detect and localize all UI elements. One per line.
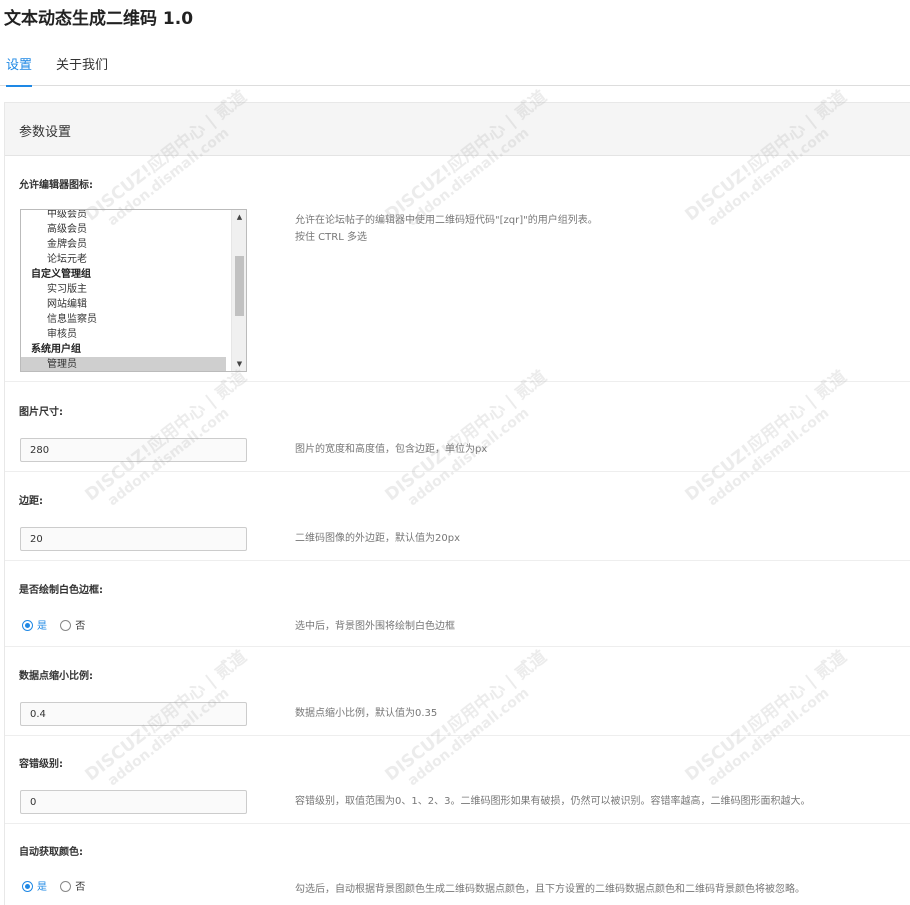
error-level-label: 容错级别: <box>19 759 63 770</box>
listbox-optgroup: 系统用户组 <box>31 344 81 355</box>
white-border-no-radio[interactable]: 否 <box>60 617 85 632</box>
auto-color-label: 自动获取颜色: <box>19 847 83 858</box>
scroll-up-arrow-icon[interactable]: ▲ <box>235 212 244 222</box>
listbox-scrollbar[interactable]: ▲ ▼ <box>231 210 246 371</box>
white-border-description: 选中后，背景图外围将绘制白色边框 <box>295 621 455 632</box>
tab-settings[interactable]: 设置 <box>6 54 33 87</box>
listbox-option[interactable]: 中级会员 <box>21 210 226 222</box>
white-border-radio-group: 是 否 <box>22 617 95 632</box>
radio-checked-icon <box>22 620 33 631</box>
listbox-option[interactable]: 管理员 <box>21 357 226 371</box>
margin-description: 二维码图像的外边距，默认值为20px <box>295 533 460 544</box>
tab-about-us[interactable]: 关于我们 <box>56 54 108 85</box>
setting-auto-color: 自动获取颜色: 是 否 勾选后，自动根据背景图颜色生成二维码数据点颜色，且下方设… <box>5 823 910 905</box>
margin-label: 边距: <box>19 496 43 507</box>
radio-unchecked-icon <box>60 881 72 892</box>
listbox-option[interactable]: 审核员 <box>21 327 226 342</box>
setting-error-level: 容错级别: 容错级别，取值范围为0、1、2、3。二维码图形如果有破损，仍然可以被… <box>5 735 910 823</box>
tab-bar: 设置 关于我们 <box>0 44 910 87</box>
image-size-label: 图片尺寸: <box>19 407 63 418</box>
scroll-down-arrow-icon[interactable]: ▼ <box>235 359 244 369</box>
auto-color-yes-radio[interactable]: 是 <box>22 878 47 893</box>
margin-input[interactable] <box>20 527 247 551</box>
setting-margin: 边距: 二维码图像的外边距，默认值为20px <box>5 471 910 560</box>
listbox-option[interactable]: 论坛元老 <box>21 252 226 267</box>
radio-unchecked-icon <box>60 620 72 631</box>
listbox-option[interactable]: 网站编辑 <box>21 297 226 312</box>
user-group-listbox[interactable]: 中级会员 高级会员 金牌会员 论坛元老自定义管理组实习版主 网站编辑 信息监察员 审核员系统… <box>20 209 247 372</box>
settings-panel: 参数设置 允许编辑器图标: 中级会员 高级会员 金牌会员 论坛元老自定义管理组实习版主… <box>4 102 910 905</box>
panel-title: 参数设置 <box>19 125 72 140</box>
auto-color-radio-group: 是 否 <box>22 878 95 893</box>
radio-checked-icon <box>22 881 33 892</box>
setting-editor-icon: 允许编辑器图标: 中级会员 高级会员 金牌会员 论坛元老自定义管理组实习版主 网站编辑信… <box>5 156 910 381</box>
setting-white-border: 是否绘制白色边框: 是 否 选中后，背景图外围将绘制白色边框 <box>5 560 910 646</box>
listbox-option[interactable]: 高级会员 <box>21 222 226 237</box>
dot-scale-input[interactable] <box>20 702 247 726</box>
app-title: 文本动态生成二维码 1.0 <box>4 9 194 29</box>
setting-image-size: 图片尺寸: 图片的宽度和高度值，包含边距，单位为px <box>5 381 910 471</box>
white-border-label: 是否绘制白色边框: <box>19 585 103 596</box>
error-level-input[interactable] <box>20 790 247 814</box>
listbox-option[interactable]: 信息监察员 <box>21 312 226 327</box>
listbox-option[interactable]: 金牌会员 <box>21 237 226 252</box>
image-size-description: 图片的宽度和高度值，包含边距，单位为px <box>295 444 488 455</box>
editor-icon-description: 允许在论坛帖子的编辑器中使用二维码短代码"[zqr]"的用户组列表。 按住 CT… <box>295 212 598 246</box>
dot-scale-label: 数据点缩小比例: <box>19 671 93 682</box>
panel-header: 参数设置 <box>5 103 910 156</box>
image-size-input[interactable] <box>20 438 247 462</box>
error-level-description: 容错级别，取值范围为0、1、2、3。二维码图形如果有破损，仍然可以被识别。容错率… <box>295 796 811 807</box>
auto-color-no-radio[interactable]: 否 <box>60 878 85 893</box>
white-border-yes-radio[interactable]: 是 <box>22 617 47 632</box>
dot-scale-description: 数据点缩小比例，默认值为0.35 <box>295 708 438 719</box>
auto-color-description: 勾选后，自动根据背景图颜色生成二维码数据点颜色，且下方设置的二维码数据点颜色和二… <box>295 884 805 895</box>
editor-icon-desc-line1: 允许在论坛帖子的编辑器中使用二维码短代码"[zqr]"的用户组列表。 <box>295 215 598 226</box>
setting-dot-scale: 数据点缩小比例: 数据点缩小比例，默认值为0.35 <box>5 646 910 735</box>
listbox-optgroup: 自定义管理组 <box>31 269 91 280</box>
scroll-thumb[interactable] <box>235 256 244 316</box>
editor-icon-desc-line2: 按住 CTRL 多选 <box>295 232 367 243</box>
listbox-option[interactable]: 实习版主 <box>21 282 226 297</box>
editor-icon-label: 允许编辑器图标: <box>19 180 93 191</box>
